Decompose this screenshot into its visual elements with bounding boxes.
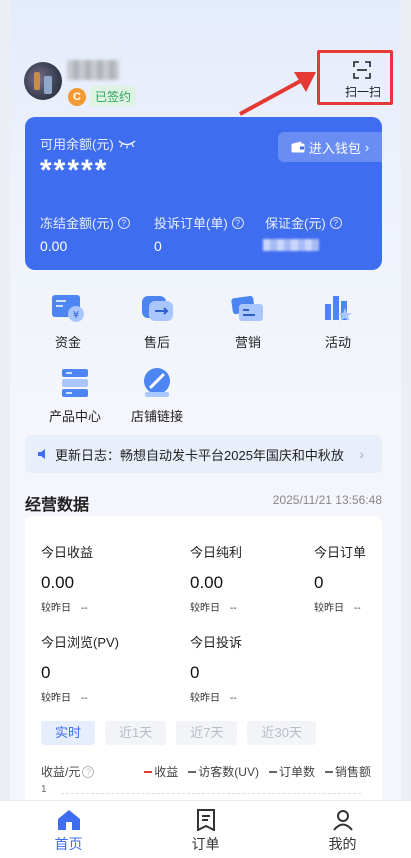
speaker-icon [38,449,45,459]
feature-funds-label: 资金 [54,335,81,350]
legend-sales[interactable]: 销售额 [324,763,371,780]
business-data-title: 经营数据 [25,497,90,514]
stat-today-orders: 今日订单 0 较昨日 -- [314,545,367,614]
avatar-detail [44,76,52,94]
update-notice[interactable]: 更新日志：畅想自动发卡平台2025年国庆和中秋放... › [25,435,382,473]
deposit-value-redacted [263,239,319,251]
wallet-icon [291,141,305,153]
annotation-arrow-icon [239,72,316,116]
tab-30-days[interactable]: 近30天 [247,721,316,745]
activity-icon [319,292,357,326]
orders-icon [196,809,215,831]
feature-shop-link[interactable]: 店铺链接 [122,366,192,425]
feature-after-sales[interactable]: 售后 [122,292,192,351]
shop-link-icon [138,366,176,400]
right-edge [401,0,411,858]
svg-text:¥: ¥ [73,310,79,321]
feature-funds[interactable]: ¥ 资金 [33,292,103,351]
tab-7-days[interactable]: 近7天 [176,721,238,745]
available-balance-label: 可用余额(元) [40,134,136,153]
available-balance-value: ***** [40,154,109,187]
chevron-right-icon: › [364,139,370,155]
user-icon [332,810,353,831]
balance-card: 可用余额(元) ***** 进入钱包 › 冻结金额(元) ? 0.00 投诉订单… [25,117,382,270]
username-redacted [67,60,119,80]
product-center-icon [56,366,94,400]
chart-y-tick: 1 [41,784,47,795]
feature-product-center-label: 产品中心 [48,409,101,424]
business-data-timestamp: 2025/11/21 13:56:48 [272,493,382,507]
feature-product-center[interactable]: 产品中心 [40,366,110,425]
update-notice-text: 更新日志：畅想自动发卡平台2025年国庆和中秋放... [55,447,345,463]
left-edge [0,0,10,858]
feature-activity[interactable]: 活动 [303,292,373,351]
chart-ylabel: 收益/元 [41,765,81,779]
help-icon[interactable]: ? [329,216,342,229]
stat-today-profit: 今日纯利 0.00 较昨日 -- [190,545,243,614]
eye-closed-icon[interactable] [118,139,136,149]
business-data-panel: 今日收益 0.00 较昨日 -- 今日纯利 0.00 较昨日 -- 今日订单 0 较… [25,516,382,816]
marketing-icon [229,292,267,326]
scan-button[interactable]: 扫一扫 [345,83,381,100]
nav-profile[interactable]: 我的 [274,801,411,858]
signed-badge: 已签约 [90,86,137,107]
avatar[interactable] [24,62,62,100]
funds-icon: ¥ [49,292,87,326]
feature-activity-label: 活动 [324,335,351,350]
chevron-right-icon: › [359,446,364,462]
legend-uv[interactable]: 访客数(UV) [188,763,259,780]
help-icon[interactable]: ? [231,216,244,229]
complaint-orders-value: 0 [154,238,162,254]
frozen-amount-label: 冻结金额(元) ? [40,213,130,232]
sign-status-row: C 已签约 [68,86,137,107]
avatar-detail [34,72,40,90]
legend-orders[interactable]: 订单数 [268,763,315,780]
enter-wallet-button[interactable]: 进入钱包 › [278,132,382,162]
deposit-label: 保证金(元) ? [265,213,342,232]
chart-legend: 收益/元 ? 收益 访客数(UV) 订单数 销售额 [41,763,371,780]
feature-after-sales-label: 售后 [143,335,170,350]
time-range-tabs: 实时 近1天 近7天 近30天 [41,721,316,745]
stat-today-revenue: 今日收益 0.00 较昨日 -- [41,545,94,614]
signed-icon: C [68,87,86,106]
scan-icon[interactable] [353,61,371,79]
nav-orders[interactable]: 订单 [137,801,274,858]
bottom-navigation: 首页 订单 我的 [0,800,411,858]
tab-1-day[interactable]: 近1天 [105,721,167,745]
complaint-orders-label: 投诉订单(单) ? [154,213,244,232]
help-icon[interactable]: ? [82,765,95,778]
chart-gridline [61,793,361,794]
after-sales-icon [138,292,176,326]
home-icon [57,810,80,830]
frozen-amount-value: 0.00 [40,238,68,254]
stat-today-pv: 今日浏览(PV) 0 较昨日 -- [41,635,120,704]
help-icon[interactable]: ? [117,216,130,229]
nav-home[interactable]: 首页 [0,801,137,858]
feature-marketing-label: 营销 [234,335,261,350]
legend-revenue[interactable]: 收益 [144,763,178,780]
stat-today-complaints: 今日投诉 0 较昨日 -- [190,635,243,704]
feature-marketing[interactable]: 营销 [213,292,283,351]
tab-realtime[interactable]: 实时 [41,721,96,745]
feature-shop-link-label: 店铺链接 [130,409,183,424]
